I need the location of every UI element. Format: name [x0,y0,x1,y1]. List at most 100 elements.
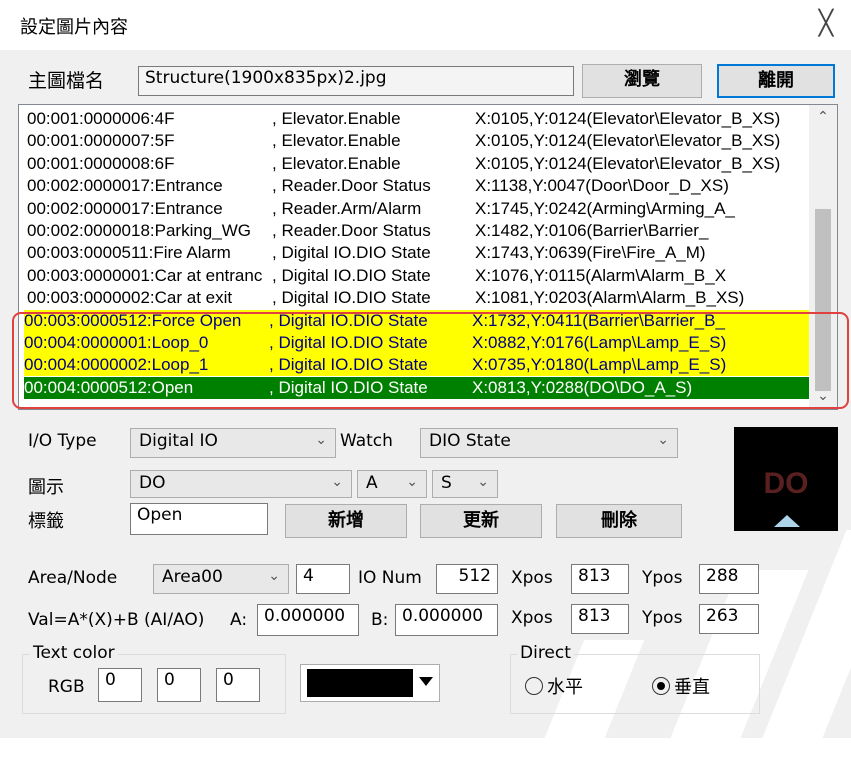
list-item-id: 00:004:0000002:Loop_1 [24,355,209,375]
list-item-pos: X:0813,Y:0288(DO\DO_A_S) [472,377,693,397]
list-item-pos: X:1081,Y:0203(Alarm\Alarm_B_XS) [475,288,745,308]
green-field[interactable]: 0 [157,668,201,702]
icon-size-select[interactable]: S ⌄ [432,470,498,498]
vertical-radio[interactable]: 垂直 [652,673,710,699]
xpos-field[interactable]: 813 [571,564,629,594]
list-item-pos: X:1732,Y:0411(Barrier\Barrier_B_ [472,310,725,330]
radio-dot-icon [652,677,670,695]
b-field[interactable]: 0.000000 [395,604,498,636]
list-item[interactable]: 00:001:0000007:5F , Elevator.Enable X:0105… [27,130,809,152]
ypos2-field[interactable]: 263 [699,604,759,634]
io-num-field[interactable]: 512 [436,564,498,594]
list-item[interactable]: 00:002:0000017:Entrance , Reader.Arm/Alar… [27,198,809,220]
list-item[interactable]: 00:003:0000511:Fire Alarm , Digital IO.DI… [27,242,809,264]
scroll-down-icon[interactable]: ⌄ [809,388,837,404]
main-file-label: 主圖檔名 [28,70,105,92]
icon-type-value: DO [139,473,166,493]
node-field[interactable]: 4 [296,564,350,594]
b-label: B: [371,610,389,630]
xpos-label: Xpos [511,568,553,588]
list-item-id: 00:002:0000017:Entrance [27,198,223,218]
chevron-down-icon: ⌄ [331,474,343,490]
tag-field[interactable]: Open [130,503,268,535]
browse-button[interactable]: 瀏覽 [582,64,702,98]
chevron-down-icon: ⌄ [315,432,327,448]
list-item-selected[interactable]: 00:004:0000512:Open , Digital IO.DIO Stat… [24,376,812,399]
list-item[interactable]: 00:004:0000001:Loop_0 , Digital IO.DIO St… [24,332,812,354]
list-item-type: , Digital IO.DIO State [269,355,428,375]
arrow-up-icon [774,515,800,527]
blue-field[interactable]: 0 [216,668,260,702]
delete-button[interactable]: 刪除 [556,504,682,538]
icon-variant-value: A [366,473,378,493]
list-item[interactable]: 00:003:0000512:Force Open , Digital IO.DI… [24,309,812,332]
xpos2-label: Xpos [511,608,553,628]
list-item-pos: X:0105,Y:0124(Elevator\Elevator_B_XS) [475,131,781,151]
list-item-type: , Digital IO.DIO State [272,288,431,308]
watch-select[interactable]: DIO State ⌄ [420,428,678,458]
list-item[interactable]: 00:002:0000018:Parking_WG , Reader.Door S… [27,220,809,242]
direct-label: Direct [517,643,574,663]
list-item-id: 00:001:0000008:6F [27,153,175,173]
xpos2-field[interactable]: 813 [571,604,629,634]
color-picker[interactable] [300,664,440,702]
red-field[interactable]: 0 [98,668,142,702]
val-formula-label: Val=A*(X)+B (AI/AO) [28,610,205,630]
list-item-id: 00:004:0000001:Loop_0 [24,333,209,352]
a-label: A: [230,610,248,630]
vertical-scrollbar[interactable]: ⌃ ⌄ [809,105,837,409]
list-item-id: 00:001:0000006:4F [27,109,175,128]
chevron-down-icon: ⌄ [406,474,418,490]
list-item-pos: X:1076,Y:0115(Alarm\Alarm_B_X [475,265,727,285]
vertical-radio-label: 垂直 [674,677,710,698]
scroll-up-icon[interactable]: ⌃ [809,109,837,125]
list-item-type: , Digital IO.DIO State [269,333,428,352]
list-item[interactable]: 00:003:0000002:Car at exit , Digital IO.D… [27,287,809,309]
horizontal-radio-label: 水平 [547,677,583,698]
icon-size-value: S [441,473,452,493]
item-list[interactable]: 00:004:0000512:Open , Digital IO.DIO Stat… [18,104,838,410]
list-item-type: , Elevator.Enable [272,153,401,173]
list-item-pos: X:0882,Y:0176(Lamp\Lamp_E_S) [472,333,727,352]
add-button[interactable]: 新增 [285,504,407,538]
io-num-label: IO Num [358,568,422,588]
exit-button[interactable]: 離開 [717,64,835,98]
list-item[interactable]: 00:003:0000001:Car at entranc , Digital I… [27,265,809,287]
color-swatch [307,669,413,697]
scroll-thumb[interactable] [815,209,831,391]
list-item-type: , Digital IO.DIO State [272,243,431,263]
rgb-label: RGB [48,677,85,697]
window-title: 設定圖片內容 [20,17,128,38]
list-item-id: 00:003:0000001:Car at entranc [27,265,263,285]
list-item-id: 00:001:0000007:5F [27,131,175,151]
horizontal-radio[interactable]: 水平 [525,673,583,699]
list-item-pos: X:0105,Y:0124(Elevator\Elevator_B_XS) [475,153,781,173]
main-file-field[interactable]: Structure(1900x835px)2.jpg [138,66,574,96]
io-type-value: Digital IO [139,431,218,451]
icon-type-select[interactable]: DO ⌄ [130,470,352,498]
list-item[interactable]: 00:001:0000006:4F , Elevator.Enable X:0105… [27,108,809,130]
preview-text: DO [763,467,809,500]
close-icon[interactable]: ╳ [811,8,841,38]
list-item[interactable]: 00:001:0000008:6F , Elevator.Enable X:0105… [27,153,809,175]
update-button[interactable]: 更新 [420,504,542,538]
chevron-down-icon: ⌄ [657,432,669,448]
list-item[interactable]: 00:004:0000002:Loop_1 , Digital IO.DIO St… [24,354,812,377]
io-type-label: I/O Type [28,431,97,451]
list-item[interactable]: 00:002:0000017:Entrance , Reader.Door Sta… [27,175,809,197]
area-select[interactable]: Area00 ⌄ [153,564,289,594]
list-item-type: , Digital IO.DIO State [272,265,431,285]
list-item-pos: X:0105,Y:0124(Elevator\Elevator_B_XS) [475,109,781,128]
list-item-pos: X:1482,Y:0106(Barrier\Barrier_ [475,221,709,240]
area-node-label: Area/Node [28,568,118,588]
a-field[interactable]: 0.000000 [257,604,359,636]
ypos-field[interactable]: 288 [699,564,759,594]
icon-variant-select[interactable]: A ⌄ [357,470,427,498]
titlebar: 設定圖片內容 ╳ [0,0,851,50]
io-type-select[interactable]: Digital IO ⌄ [130,428,336,458]
list-item-id: 00:003:0000512:Force Open [24,310,242,330]
list-item-type: , Reader.Door Status [272,176,431,196]
watch-label: Watch [340,431,393,451]
icon-preview: DO [734,427,838,531]
list-item-type: , Elevator.Enable [272,109,401,128]
